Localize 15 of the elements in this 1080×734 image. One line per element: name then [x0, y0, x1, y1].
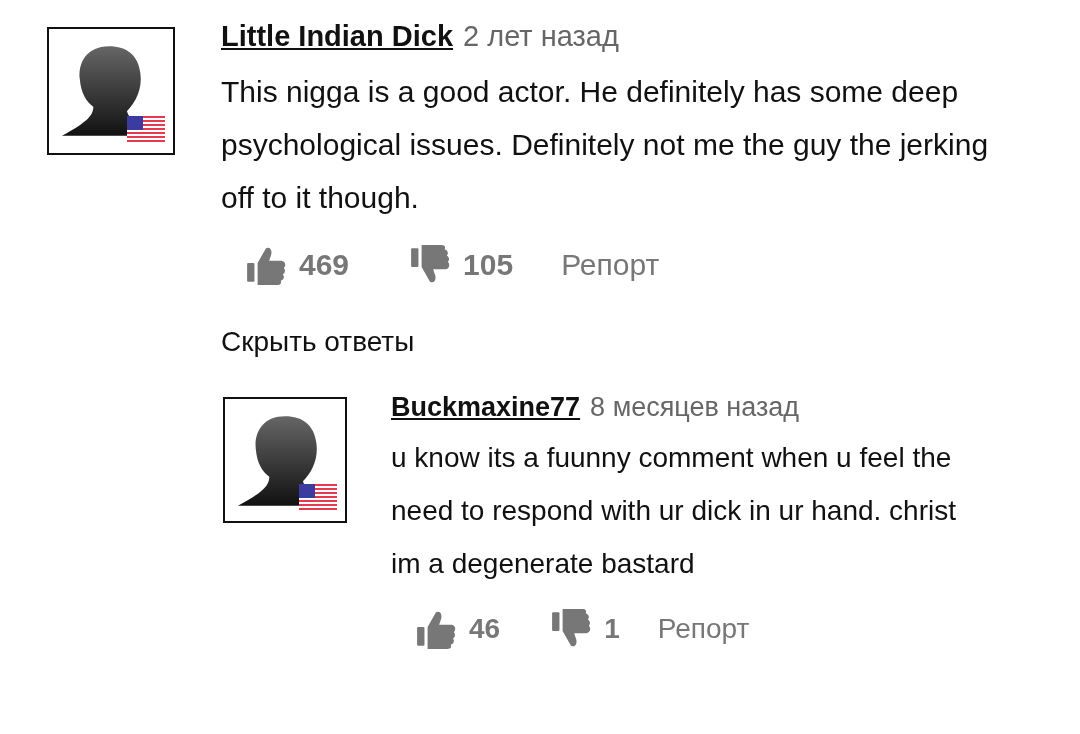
author-link[interactable]: Little Indian Dick [221, 20, 454, 53]
author-link[interactable]: Buckmaxine77 [391, 392, 581, 423]
flag-icon [299, 483, 337, 511]
dislike-count: 105 [463, 248, 514, 282]
like-count: 469 [299, 248, 350, 282]
report-link[interactable]: Репорт [657, 613, 750, 645]
like-count: 46 [469, 613, 501, 645]
report-link[interactable]: Репорт [561, 248, 660, 282]
hide-replies-link[interactable]: Скрыть ответы [221, 326, 1021, 358]
dislike-count: 1 [604, 613, 620, 645]
timestamp: 8 месяцев назад [590, 392, 800, 423]
comment-text: This nigga is a good actor. He definitely has some deep psychological issues. Definitely not me the guy the jerking off to it though. [221, 74, 990, 216]
comment-text: u know its a fuunny comment when u feel the need to respond with ur dick in ur hand. christ im a degenerate bastard [391, 441, 957, 581]
flag-icon [127, 115, 165, 143]
timestamp: 2 лет назад [463, 20, 619, 53]
